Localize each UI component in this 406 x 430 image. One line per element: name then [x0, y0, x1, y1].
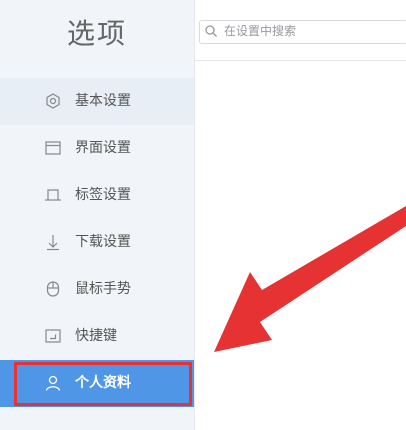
- annotation-arrow: [214, 206, 406, 352]
- arrow-shape: [214, 206, 406, 352]
